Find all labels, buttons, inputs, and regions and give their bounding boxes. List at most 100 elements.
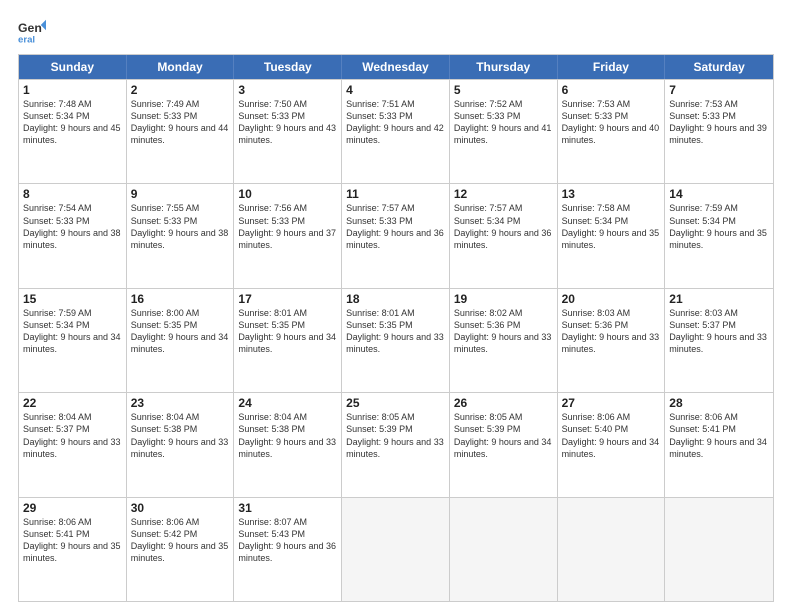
table-row: 6Sunrise: 7:53 AMSunset: 5:33 PMDaylight…	[558, 80, 666, 183]
table-row	[342, 498, 450, 601]
day-number: 19	[454, 292, 553, 306]
day-number: 16	[131, 292, 230, 306]
cell-info: Sunrise: 8:05 AMSunset: 5:39 PMDaylight:…	[454, 411, 553, 460]
table-row: 22Sunrise: 8:04 AMSunset: 5:37 PMDayligh…	[19, 393, 127, 496]
table-row: 29Sunrise: 8:06 AMSunset: 5:41 PMDayligh…	[19, 498, 127, 601]
day-number: 7	[669, 83, 769, 97]
header-day-friday: Friday	[558, 55, 666, 79]
day-number: 20	[562, 292, 661, 306]
table-row: 8Sunrise: 7:54 AMSunset: 5:33 PMDaylight…	[19, 184, 127, 287]
day-number: 29	[23, 501, 122, 515]
day-number: 21	[669, 292, 769, 306]
cell-info: Sunrise: 7:48 AMSunset: 5:34 PMDaylight:…	[23, 98, 122, 147]
day-number: 14	[669, 187, 769, 201]
day-number: 10	[238, 187, 337, 201]
table-row: 7Sunrise: 7:53 AMSunset: 5:33 PMDaylight…	[665, 80, 773, 183]
cell-info: Sunrise: 7:49 AMSunset: 5:33 PMDaylight:…	[131, 98, 230, 147]
table-row: 13Sunrise: 7:58 AMSunset: 5:34 PMDayligh…	[558, 184, 666, 287]
table-row: 30Sunrise: 8:06 AMSunset: 5:42 PMDayligh…	[127, 498, 235, 601]
cell-info: Sunrise: 8:01 AMSunset: 5:35 PMDaylight:…	[238, 307, 337, 356]
cell-info: Sunrise: 8:03 AMSunset: 5:37 PMDaylight:…	[669, 307, 769, 356]
svg-text:eral: eral	[18, 35, 35, 46]
header-day-monday: Monday	[127, 55, 235, 79]
table-row: 23Sunrise: 8:04 AMSunset: 5:38 PMDayligh…	[127, 393, 235, 496]
table-row: 15Sunrise: 7:59 AMSunset: 5:34 PMDayligh…	[19, 289, 127, 392]
header-day-sunday: Sunday	[19, 55, 127, 79]
day-number: 15	[23, 292, 122, 306]
calendar-header: SundayMondayTuesdayWednesdayThursdayFrid…	[19, 55, 773, 79]
cell-info: Sunrise: 7:59 AMSunset: 5:34 PMDaylight:…	[669, 202, 769, 251]
day-number: 13	[562, 187, 661, 201]
header-day-thursday: Thursday	[450, 55, 558, 79]
cell-info: Sunrise: 8:07 AMSunset: 5:43 PMDaylight:…	[238, 516, 337, 565]
table-row: 26Sunrise: 8:05 AMSunset: 5:39 PMDayligh…	[450, 393, 558, 496]
cell-info: Sunrise: 8:01 AMSunset: 5:35 PMDaylight:…	[346, 307, 445, 356]
table-row: 5Sunrise: 7:52 AMSunset: 5:33 PMDaylight…	[450, 80, 558, 183]
cell-info: Sunrise: 8:04 AMSunset: 5:38 PMDaylight:…	[238, 411, 337, 460]
cell-info: Sunrise: 7:51 AMSunset: 5:33 PMDaylight:…	[346, 98, 445, 147]
table-row: 25Sunrise: 8:05 AMSunset: 5:39 PMDayligh…	[342, 393, 450, 496]
table-row: 3Sunrise: 7:50 AMSunset: 5:33 PMDaylight…	[234, 80, 342, 183]
table-row: 28Sunrise: 8:06 AMSunset: 5:41 PMDayligh…	[665, 393, 773, 496]
table-row: 12Sunrise: 7:57 AMSunset: 5:34 PMDayligh…	[450, 184, 558, 287]
day-number: 6	[562, 83, 661, 97]
day-number: 31	[238, 501, 337, 515]
day-number: 23	[131, 396, 230, 410]
table-row: 18Sunrise: 8:01 AMSunset: 5:35 PMDayligh…	[342, 289, 450, 392]
logo-icon: Gen eral	[18, 18, 46, 46]
calendar-body: 1Sunrise: 7:48 AMSunset: 5:34 PMDaylight…	[19, 79, 773, 601]
day-number: 30	[131, 501, 230, 515]
day-number: 2	[131, 83, 230, 97]
calendar-row-3: 15Sunrise: 7:59 AMSunset: 5:34 PMDayligh…	[19, 288, 773, 392]
cell-info: Sunrise: 7:55 AMSunset: 5:33 PMDaylight:…	[131, 202, 230, 251]
cell-info: Sunrise: 7:53 AMSunset: 5:33 PMDaylight:…	[669, 98, 769, 147]
cell-info: Sunrise: 8:00 AMSunset: 5:35 PMDaylight:…	[131, 307, 230, 356]
table-row: 4Sunrise: 7:51 AMSunset: 5:33 PMDaylight…	[342, 80, 450, 183]
cell-info: Sunrise: 8:03 AMSunset: 5:36 PMDaylight:…	[562, 307, 661, 356]
cell-info: Sunrise: 8:04 AMSunset: 5:37 PMDaylight:…	[23, 411, 122, 460]
day-number: 4	[346, 83, 445, 97]
day-number: 24	[238, 396, 337, 410]
cell-info: Sunrise: 7:56 AMSunset: 5:33 PMDaylight:…	[238, 202, 337, 251]
cell-info: Sunrise: 7:52 AMSunset: 5:33 PMDaylight:…	[454, 98, 553, 147]
table-row: 2Sunrise: 7:49 AMSunset: 5:33 PMDaylight…	[127, 80, 235, 183]
table-row: 1Sunrise: 7:48 AMSunset: 5:34 PMDaylight…	[19, 80, 127, 183]
table-row: 10Sunrise: 7:56 AMSunset: 5:33 PMDayligh…	[234, 184, 342, 287]
day-number: 25	[346, 396, 445, 410]
day-number: 27	[562, 396, 661, 410]
svg-text:Gen: Gen	[18, 21, 42, 35]
table-row	[558, 498, 666, 601]
day-number: 28	[669, 396, 769, 410]
calendar-row-1: 1Sunrise: 7:48 AMSunset: 5:34 PMDaylight…	[19, 79, 773, 183]
cell-info: Sunrise: 8:06 AMSunset: 5:42 PMDaylight:…	[131, 516, 230, 565]
table-row	[665, 498, 773, 601]
table-row: 20Sunrise: 8:03 AMSunset: 5:36 PMDayligh…	[558, 289, 666, 392]
day-number: 1	[23, 83, 122, 97]
table-row: 11Sunrise: 7:57 AMSunset: 5:33 PMDayligh…	[342, 184, 450, 287]
day-number: 11	[346, 187, 445, 201]
table-row: 9Sunrise: 7:55 AMSunset: 5:33 PMDaylight…	[127, 184, 235, 287]
calendar-row-2: 8Sunrise: 7:54 AMSunset: 5:33 PMDaylight…	[19, 183, 773, 287]
table-row: 31Sunrise: 8:07 AMSunset: 5:43 PMDayligh…	[234, 498, 342, 601]
calendar-row-4: 22Sunrise: 8:04 AMSunset: 5:37 PMDayligh…	[19, 392, 773, 496]
logo: Gen eral	[18, 18, 50, 46]
cell-info: Sunrise: 7:57 AMSunset: 5:33 PMDaylight:…	[346, 202, 445, 251]
cell-info: Sunrise: 8:05 AMSunset: 5:39 PMDaylight:…	[346, 411, 445, 460]
table-row: 16Sunrise: 8:00 AMSunset: 5:35 PMDayligh…	[127, 289, 235, 392]
cell-info: Sunrise: 8:06 AMSunset: 5:40 PMDaylight:…	[562, 411, 661, 460]
header-day-wednesday: Wednesday	[342, 55, 450, 79]
header-day-tuesday: Tuesday	[234, 55, 342, 79]
cell-info: Sunrise: 8:02 AMSunset: 5:36 PMDaylight:…	[454, 307, 553, 356]
day-number: 17	[238, 292, 337, 306]
day-number: 12	[454, 187, 553, 201]
cell-info: Sunrise: 7:53 AMSunset: 5:33 PMDaylight:…	[562, 98, 661, 147]
table-row: 24Sunrise: 8:04 AMSunset: 5:38 PMDayligh…	[234, 393, 342, 496]
table-row: 27Sunrise: 8:06 AMSunset: 5:40 PMDayligh…	[558, 393, 666, 496]
cell-info: Sunrise: 8:04 AMSunset: 5:38 PMDaylight:…	[131, 411, 230, 460]
cell-info: Sunrise: 8:06 AMSunset: 5:41 PMDaylight:…	[23, 516, 122, 565]
calendar: SundayMondayTuesdayWednesdayThursdayFrid…	[18, 54, 774, 602]
day-number: 18	[346, 292, 445, 306]
table-row	[450, 498, 558, 601]
table-row: 21Sunrise: 8:03 AMSunset: 5:37 PMDayligh…	[665, 289, 773, 392]
page-header: Gen eral	[18, 18, 774, 46]
